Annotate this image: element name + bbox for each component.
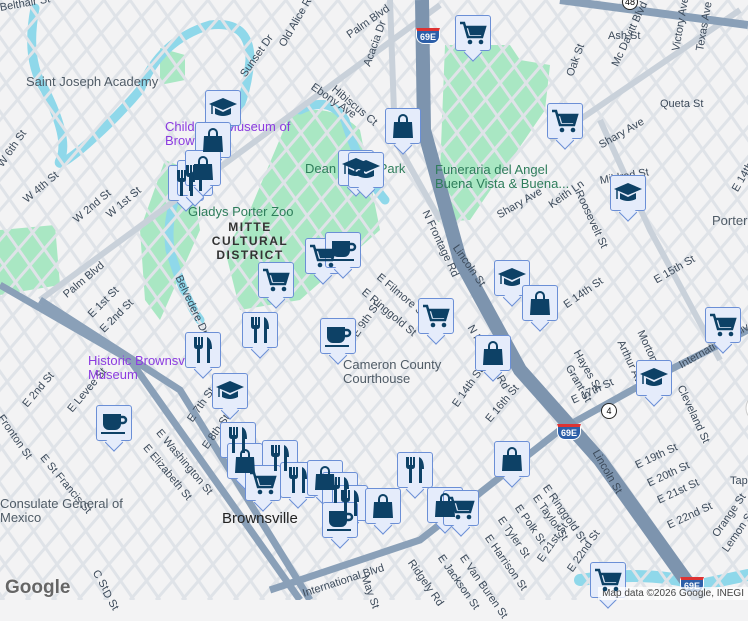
cart-marker[interactable] — [245, 465, 281, 501]
grocery-cart-icon — [447, 495, 475, 521]
poi-label[interactable]: Porter — [712, 214, 747, 228]
graduation-marker[interactable] — [610, 175, 646, 211]
coffee-marker[interactable] — [322, 502, 358, 538]
grocery-cart-icon — [262, 267, 290, 293]
shopping-bag-icon — [371, 493, 395, 519]
i69e-shield: 69E — [557, 424, 582, 440]
cafe-icon — [329, 237, 357, 263]
street-label: Queta St — [660, 98, 704, 110]
cart-marker[interactable] — [258, 262, 294, 298]
shopping-bag-icon — [201, 127, 225, 153]
grocery-cart-icon — [551, 108, 579, 134]
cart-marker[interactable] — [418, 298, 454, 334]
school-icon — [208, 96, 238, 120]
restaurant-icon — [248, 316, 272, 344]
graduation-marker[interactable] — [636, 360, 672, 396]
fork-marker[interactable] — [242, 312, 278, 348]
route-4-shield: 4 — [601, 403, 617, 419]
shopping-bag-icon — [500, 446, 524, 472]
graduation-marker[interactable] — [348, 152, 384, 188]
bag-marker[interactable] — [522, 285, 558, 321]
city-label: Brownsville — [222, 510, 298, 527]
coffee-marker[interactable] — [325, 232, 361, 268]
cafe-icon — [326, 507, 354, 533]
street-label: Tapia St — [730, 475, 748, 487]
i69e-shield: 69E — [416, 28, 441, 44]
shopping-bag-icon — [528, 290, 552, 316]
bag-marker[interactable] — [195, 122, 231, 158]
poi-label[interactable]: Gladys Porter Zoo — [188, 205, 294, 219]
school-icon — [639, 366, 669, 390]
fork-marker[interactable] — [185, 332, 221, 368]
cafe-icon — [100, 410, 128, 436]
school-icon — [497, 266, 527, 290]
restaurant-icon — [403, 456, 427, 484]
cart-marker[interactable] — [547, 103, 583, 139]
school-icon — [613, 181, 643, 205]
grocery-cart-icon — [249, 470, 277, 496]
bag-marker[interactable] — [185, 150, 221, 186]
cart-marker[interactable] — [590, 562, 626, 598]
shopping-bag-icon — [391, 113, 415, 139]
school-icon — [351, 158, 381, 182]
shopping-bag-icon — [481, 340, 505, 366]
coffee-marker[interactable] — [320, 318, 356, 354]
district-label: MITTE CULTURAL DISTRICT — [211, 220, 289, 262]
graduation-marker[interactable] — [205, 90, 241, 126]
grocery-cart-icon — [594, 567, 622, 593]
restaurant-icon — [191, 336, 215, 364]
bag-marker[interactable] — [385, 108, 421, 144]
poi-label[interactable]: Saint Joseph Academy — [26, 75, 158, 89]
poi-label[interactable]: Cameron County Courthouse — [343, 358, 483, 386]
cart-marker[interactable] — [705, 307, 741, 343]
poi-label[interactable]: Funeraria del Angel Buena Vista & Buena.… — [435, 163, 575, 191]
cafe-icon — [324, 323, 352, 349]
google-logo: Google — [5, 577, 71, 598]
cart-marker[interactable] — [443, 490, 479, 526]
grocery-cart-icon — [459, 20, 487, 46]
bag-marker[interactable] — [494, 441, 530, 477]
coffee-marker[interactable] — [96, 405, 132, 441]
shopping-bag-icon — [191, 155, 215, 181]
fork-marker[interactable] — [397, 452, 433, 488]
poi-label[interactable]: Consulate General of Mexico — [0, 497, 140, 525]
cart-marker[interactable] — [455, 15, 491, 51]
restaurant-icon — [286, 466, 310, 494]
bag-marker[interactable] — [365, 488, 401, 524]
bag-marker[interactable] — [475, 335, 511, 371]
grocery-cart-icon — [709, 312, 737, 338]
grocery-cart-icon — [422, 303, 450, 329]
school-icon — [215, 379, 245, 403]
graduation-marker[interactable] — [212, 373, 248, 409]
